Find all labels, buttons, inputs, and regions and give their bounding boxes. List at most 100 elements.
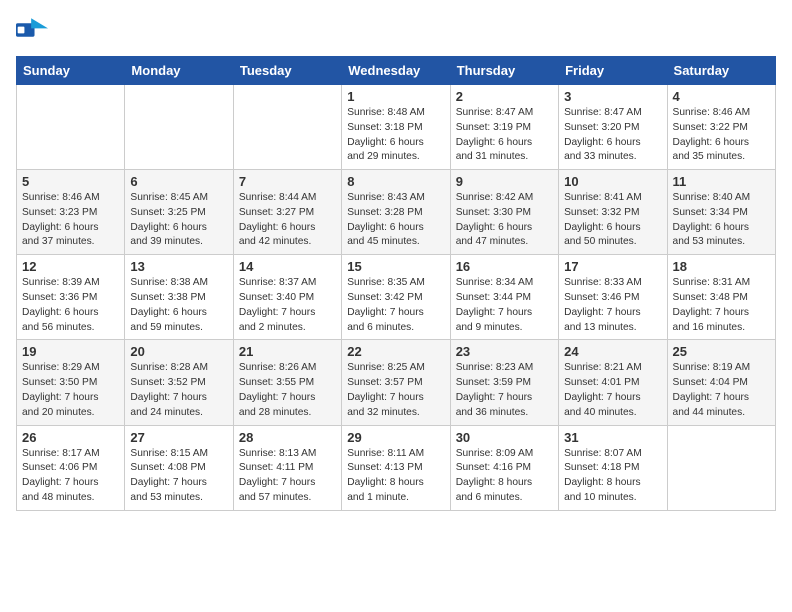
day-number: 21 [239, 344, 336, 359]
header [16, 16, 776, 44]
calendar-cell [125, 85, 233, 170]
day-info: Sunrise: 8:21 AM Sunset: 4:01 PM Dayligh… [564, 361, 661, 420]
calendar-cell: 26 Sunrise: 8:17 AM Sunset: 4:06 PM Dayli… [17, 425, 125, 510]
day-number: 20 [130, 344, 227, 359]
calendar-cell: 31 Sunrise: 8:07 AM Sunset: 4:18 PM Dayli… [559, 425, 667, 510]
day-number: 25 [673, 344, 770, 359]
day-number: 6 [130, 174, 227, 189]
day-info: Sunrise: 8:31 AM Sunset: 3:48 PM Dayligh… [673, 276, 770, 335]
day-number: 2 [456, 89, 553, 104]
day-number: 7 [239, 174, 336, 189]
calendar-cell: 16 Sunrise: 8:34 AM Sunset: 3:44 PM Dayli… [450, 255, 558, 340]
calendar-cell: 3 Sunrise: 8:47 AM Sunset: 3:20 PM Daylig… [559, 85, 667, 170]
calendar-cell: 11 Sunrise: 8:40 AM Sunset: 3:34 PM Dayli… [667, 170, 775, 255]
weekday-header-tuesday: Tuesday [233, 57, 341, 85]
weekday-header-thursday: Thursday [450, 57, 558, 85]
calendar-cell: 28Sunrise: 8:13 AM Sunset: 4:11 PM Dayli… [233, 425, 341, 510]
day-info: Sunrise: 8:17 AM Sunset: 4:06 PM Dayligh… [22, 447, 119, 506]
day-info: Sunrise: 8:46 AM Sunset: 3:22 PM Dayligh… [673, 106, 770, 165]
day-info: Sunrise: 8:15 AM Sunset: 4:08 PM Dayligh… [130, 447, 227, 506]
day-number: 10 [564, 174, 661, 189]
calendar-table: SundayMondayTuesdayWednesdayThursdayFrid… [16, 56, 776, 511]
calendar-cell: 4 Sunrise: 8:46 AM Sunset: 3:22 PM Daylig… [667, 85, 775, 170]
week-row-3: 12 Sunrise: 8:39 AM Sunset: 3:36 PM Dayli… [17, 255, 776, 340]
calendar-cell [17, 85, 125, 170]
page: SundayMondayTuesdayWednesdayThursdayFrid… [0, 0, 792, 527]
day-info: Sunrise: 8:40 AM Sunset: 3:34 PM Dayligh… [673, 191, 770, 250]
day-number: 3 [564, 89, 661, 104]
calendar-cell: 22 Sunrise: 8:25 AM Sunset: 3:57 PM Dayli… [342, 340, 450, 425]
day-info: Sunrise: 8:09 AM Sunset: 4:16 PM Dayligh… [456, 447, 553, 506]
day-info: Sunrise: 8:29 AM Sunset: 3:50 PM Dayligh… [22, 361, 119, 420]
week-row-2: 5Sunrise: 8:46 AM Sunset: 3:23 PM Daylig… [17, 170, 776, 255]
calendar-cell: 13Sunrise: 8:38 AM Sunset: 3:38 PM Dayli… [125, 255, 233, 340]
calendar-cell: 20 Sunrise: 8:28 AM Sunset: 3:52 PM Dayli… [125, 340, 233, 425]
calendar-cell: 6 Sunrise: 8:45 AM Sunset: 3:25 PM Daylig… [125, 170, 233, 255]
day-info: Sunrise: 8:26 AM Sunset: 3:55 PM Dayligh… [239, 361, 336, 420]
weekday-header-friday: Friday [559, 57, 667, 85]
day-number: 17 [564, 259, 661, 274]
day-number: 11 [673, 174, 770, 189]
week-row-5: 26 Sunrise: 8:17 AM Sunset: 4:06 PM Dayli… [17, 425, 776, 510]
calendar-cell [667, 425, 775, 510]
day-info: Sunrise: 8:28 AM Sunset: 3:52 PM Dayligh… [130, 361, 227, 420]
day-number: 16 [456, 259, 553, 274]
calendar-cell: 2 Sunrise: 8:47 AM Sunset: 3:19 PM Daylig… [450, 85, 558, 170]
calendar-cell: 7 Sunrise: 8:44 AM Sunset: 3:27 PM Daylig… [233, 170, 341, 255]
day-info: Sunrise: 8:35 AM Sunset: 3:42 PM Dayligh… [347, 276, 444, 335]
calendar-cell: 23Sunrise: 8:23 AM Sunset: 3:59 PM Dayli… [450, 340, 558, 425]
logo-icon [16, 16, 48, 44]
calendar-cell: 5Sunrise: 8:46 AM Sunset: 3:23 PM Daylig… [17, 170, 125, 255]
day-number: 12 [22, 259, 119, 274]
day-info: Sunrise: 8:39 AM Sunset: 3:36 PM Dayligh… [22, 276, 119, 335]
calendar-cell: 14Sunrise: 8:37 AM Sunset: 3:40 PM Dayli… [233, 255, 341, 340]
weekday-header-row: SundayMondayTuesdayWednesdayThursdayFrid… [17, 57, 776, 85]
day-number: 13 [130, 259, 227, 274]
day-info: Sunrise: 8:23 AM Sunset: 3:59 PM Dayligh… [456, 361, 553, 420]
calendar-cell: 30 Sunrise: 8:09 AM Sunset: 4:16 PM Dayli… [450, 425, 558, 510]
calendar-cell: 17 Sunrise: 8:33 AM Sunset: 3:46 PM Dayli… [559, 255, 667, 340]
day-info: Sunrise: 8:41 AM Sunset: 3:32 PM Dayligh… [564, 191, 661, 250]
day-info: Sunrise: 8:42 AM Sunset: 3:30 PM Dayligh… [456, 191, 553, 250]
day-number: 15 [347, 259, 444, 274]
calendar-cell: 24Sunrise: 8:21 AM Sunset: 4:01 PM Dayli… [559, 340, 667, 425]
day-number: 18 [673, 259, 770, 274]
day-info: Sunrise: 8:33 AM Sunset: 3:46 PM Dayligh… [564, 276, 661, 335]
day-number: 28 [239, 430, 336, 445]
day-number: 22 [347, 344, 444, 359]
day-number: 29 [347, 430, 444, 445]
day-info: Sunrise: 8:46 AM Sunset: 3:23 PM Dayligh… [22, 191, 119, 250]
day-info: Sunrise: 8:45 AM Sunset: 3:25 PM Dayligh… [130, 191, 227, 250]
day-info: Sunrise: 8:47 AM Sunset: 3:20 PM Dayligh… [564, 106, 661, 165]
week-row-1: 1 Sunrise: 8:48 AM Sunset: 3:18 PM Daylig… [17, 85, 776, 170]
day-info: Sunrise: 8:07 AM Sunset: 4:18 PM Dayligh… [564, 447, 661, 506]
calendar-cell: 1 Sunrise: 8:48 AM Sunset: 3:18 PM Daylig… [342, 85, 450, 170]
day-info: Sunrise: 8:37 AM Sunset: 3:40 PM Dayligh… [239, 276, 336, 335]
day-info: Sunrise: 8:19 AM Sunset: 4:04 PM Dayligh… [673, 361, 770, 420]
day-number: 1 [347, 89, 444, 104]
weekday-header-wednesday: Wednesday [342, 57, 450, 85]
day-info: Sunrise: 8:47 AM Sunset: 3:19 PM Dayligh… [456, 106, 553, 165]
calendar-cell: 25 Sunrise: 8:19 AM Sunset: 4:04 PM Dayli… [667, 340, 775, 425]
calendar-cell: 19 Sunrise: 8:29 AM Sunset: 3:50 PM Dayli… [17, 340, 125, 425]
day-number: 26 [22, 430, 119, 445]
day-info: Sunrise: 8:48 AM Sunset: 3:18 PM Dayligh… [347, 106, 444, 165]
calendar-cell: 21 Sunrise: 8:26 AM Sunset: 3:55 PM Dayli… [233, 340, 341, 425]
day-info: Sunrise: 8:43 AM Sunset: 3:28 PM Dayligh… [347, 191, 444, 250]
calendar-cell: 12 Sunrise: 8:39 AM Sunset: 3:36 PM Dayli… [17, 255, 125, 340]
day-info: Sunrise: 8:25 AM Sunset: 3:57 PM Dayligh… [347, 361, 444, 420]
day-number: 9 [456, 174, 553, 189]
day-info: Sunrise: 8:34 AM Sunset: 3:44 PM Dayligh… [456, 276, 553, 335]
day-number: 31 [564, 430, 661, 445]
calendar-cell: 10 Sunrise: 8:41 AM Sunset: 3:32 PM Dayli… [559, 170, 667, 255]
day-number: 30 [456, 430, 553, 445]
weekday-header-sunday: Sunday [17, 57, 125, 85]
day-number: 19 [22, 344, 119, 359]
calendar-cell: 27Sunrise: 8:15 AM Sunset: 4:08 PM Dayli… [125, 425, 233, 510]
day-info: Sunrise: 8:44 AM Sunset: 3:27 PM Dayligh… [239, 191, 336, 250]
day-number: 8 [347, 174, 444, 189]
weekday-header-monday: Monday [125, 57, 233, 85]
week-row-4: 19 Sunrise: 8:29 AM Sunset: 3:50 PM Dayli… [17, 340, 776, 425]
day-number: 4 [673, 89, 770, 104]
calendar-cell [233, 85, 341, 170]
